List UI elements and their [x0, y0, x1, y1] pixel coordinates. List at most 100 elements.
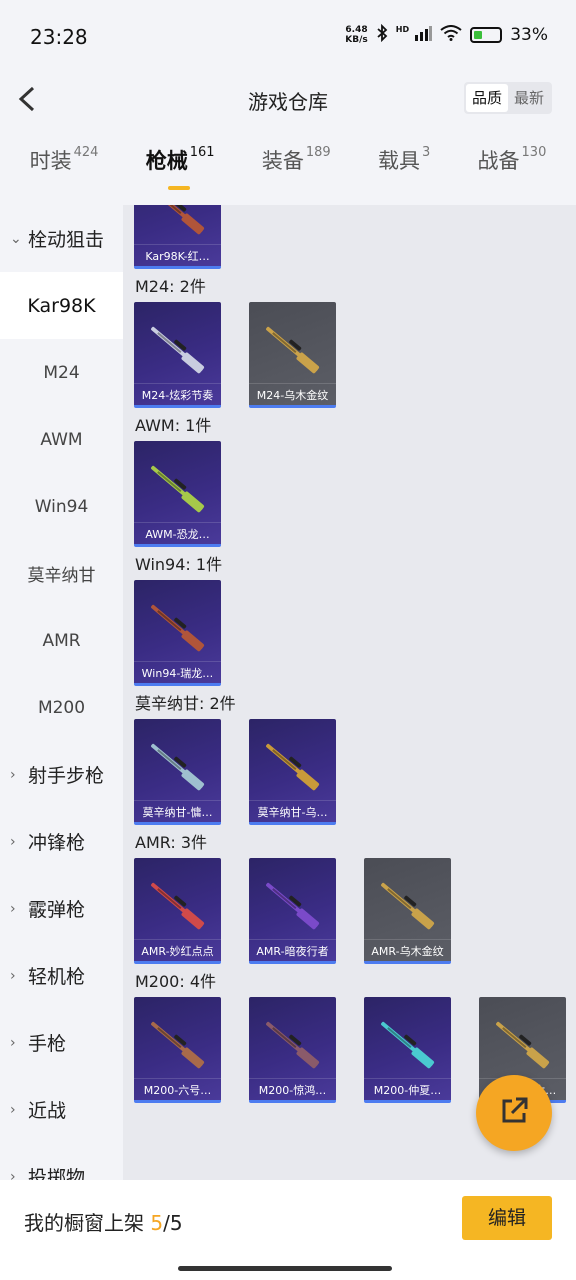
- gun-image: [266, 326, 320, 374]
- sidebar-item-label: M200: [37, 697, 86, 718]
- sidebar-item-label: 手枪: [28, 1033, 67, 1055]
- sidebar-item[interactable]: › 手枪: [0, 1009, 123, 1076]
- section-title: M200: 4件: [135, 972, 217, 991]
- tab-supplies[interactable]: 战备 130: [478, 145, 547, 200]
- bottom-bar: 我的橱窗上架 5/5 编辑: [0, 1180, 576, 1280]
- item-name: M24-炫彩节奏: [134, 383, 221, 403]
- sidebar-item-label: Kar98K: [27, 294, 96, 317]
- category-sidebar: ⌄ 栓动狙击 Kar98K M24 AWM Win94 莫辛纳甘 AMR M200 › 射手步枪 › 冲…: [0, 205, 123, 1180]
- sidebar-item-label: 栓动狙击: [28, 229, 105, 251]
- tab-guns[interactable]: 枪械 161: [146, 145, 215, 200]
- tab-equipment[interactable]: 装备 189: [262, 145, 331, 200]
- sidebar-item-label: AWM: [40, 429, 83, 450]
- gun-image: [151, 743, 205, 791]
- items-row: Kar98K-红…: [123, 205, 576, 269]
- gun-image: [496, 1021, 550, 1069]
- home-indicator[interactable]: [178, 1266, 392, 1271]
- sort-option-quality[interactable]: 品质: [465, 84, 508, 112]
- item-card[interactable]: M24-乌木金纹: [249, 302, 336, 408]
- battery-level: [474, 31, 483, 39]
- section-title: M24: 2件: [135, 277, 206, 296]
- sidebar-item[interactable]: › 轻机枪: [0, 942, 123, 1009]
- item-name: 莫辛纳甘-慵…: [134, 800, 221, 820]
- sidebar-item[interactable]: Win94: [0, 473, 123, 540]
- gun-image: [151, 604, 205, 652]
- sidebar-item-label: 霰弹枪: [28, 899, 86, 921]
- sidebar-item[interactable]: M24: [0, 339, 123, 406]
- item-name: Kar98K-红…: [134, 244, 221, 264]
- item-card[interactable]: M24-炫彩节奏: [134, 302, 221, 408]
- sidebar-item[interactable]: M200: [0, 674, 123, 741]
- gun-image: [151, 1021, 205, 1069]
- sidebar-item[interactable]: AWM: [0, 406, 123, 473]
- net-speed: 6.48 KB/s: [345, 25, 368, 45]
- gun-image: [266, 882, 320, 930]
- item-card[interactable]: AMR-乌木金纹: [364, 858, 451, 964]
- sort-option-latest[interactable]: 最新: [508, 84, 550, 112]
- edit-button[interactable]: 编辑: [462, 1196, 552, 1240]
- sidebar-item[interactable]: Kar98K: [0, 272, 123, 339]
- chevron-right-icon: ›: [10, 967, 16, 984]
- sidebar-item-label: 投掷物: [28, 1167, 86, 1180]
- item-name: AMR-乌木金纹: [364, 939, 451, 959]
- item-name: 莫辛纳甘-乌…: [249, 800, 336, 820]
- item-name: AWM-恐龙…: [134, 522, 221, 542]
- item-card[interactable]: M200-六号…: [134, 997, 221, 1103]
- status-bar: 23:28 6.48 KB/s HD 33%: [0, 0, 576, 70]
- sidebar-item-label: M24: [43, 362, 80, 383]
- sidebar-item[interactable]: 莫辛纳甘: [0, 540, 123, 607]
- sidebar-item[interactable]: › 射手步枪: [0, 741, 123, 808]
- item-card[interactable]: AMR-暗夜行者: [249, 858, 336, 964]
- chevron-right-icon: ›: [10, 1101, 16, 1118]
- chevron-down-icon: ⌄: [10, 230, 22, 247]
- item-name: M200-惊鸿…: [249, 1078, 336, 1098]
- header: 游戏仓库 品质 最新: [0, 70, 576, 130]
- sidebar-item-label: Win94: [34, 496, 89, 517]
- sidebar-item[interactable]: › 投掷物: [0, 1143, 123, 1180]
- item-card[interactable]: 莫辛纳甘-慵…: [134, 719, 221, 825]
- item-name: M200-六号…: [134, 1078, 221, 1098]
- gun-image: [266, 743, 320, 791]
- sidebar-item-label: 莫辛纳甘: [27, 566, 96, 586]
- sidebar-item-label: 射手步枪: [28, 765, 105, 787]
- section-title: 莫辛纳甘: 2件: [135, 694, 236, 713]
- section-title: AMR: 3件: [135, 833, 208, 852]
- share-button[interactable]: [476, 1075, 552, 1151]
- items-row: M24-炫彩节奏 M24-乌木金纹: [123, 302, 576, 408]
- sidebar-item-label: 轻机枪: [28, 966, 86, 988]
- item-name: AMR-妙红点点: [134, 939, 221, 959]
- gun-image: [266, 1021, 320, 1069]
- sidebar-item[interactable]: AMR: [0, 607, 123, 674]
- item-card[interactable]: Win94-瑞龙…: [134, 580, 221, 686]
- sidebar-item[interactable]: › 冲锋枪: [0, 808, 123, 875]
- sidebar-item-label: AMR: [42, 630, 81, 651]
- battery-percent: 33%: [510, 25, 548, 45]
- sidebar-item[interactable]: › 霰弹枪: [0, 875, 123, 942]
- share-external-icon: [498, 1095, 530, 1131]
- item-card[interactable]: AWM-恐龙…: [134, 441, 221, 547]
- item-card[interactable]: Kar98K-红…: [134, 205, 221, 269]
- section-title: Win94: 1件: [135, 555, 223, 574]
- sidebar-item-label: 近战: [28, 1100, 67, 1122]
- sidebar-item[interactable]: ⌄ 栓动狙击: [0, 205, 123, 272]
- signal-icon: HD: [396, 25, 433, 45]
- tab-vehicles[interactable]: 载具 3: [378, 145, 430, 200]
- items-row: AWM-恐龙…: [123, 441, 576, 547]
- gun-image: [381, 1021, 435, 1069]
- items-row: Win94-瑞龙…: [123, 580, 576, 686]
- sort-toggle[interactable]: 品质 最新: [463, 82, 552, 114]
- item-card[interactable]: 莫辛纳甘-乌…: [249, 719, 336, 825]
- shelf-status: 我的橱窗上架 5/5: [24, 1211, 183, 1235]
- tab-active-indicator: [167, 186, 190, 190]
- item-card[interactable]: M200-仲夏…: [364, 997, 451, 1103]
- item-card[interactable]: M200-惊鸿…: [249, 997, 336, 1103]
- items-row: 莫辛纳甘-慵… 莫辛纳甘-乌…: [123, 719, 576, 825]
- item-name: M200-仲夏…: [364, 1078, 451, 1098]
- chevron-right-icon: ›: [10, 766, 16, 783]
- category-tabs: 时装 424 枪械 161 装备 189 载具 3 战备 130: [0, 145, 576, 200]
- status-time: 23:28: [30, 25, 88, 49]
- sidebar-item-label: 冲锋枪: [28, 832, 86, 854]
- sidebar-item[interactable]: › 近战: [0, 1076, 123, 1143]
- item-card[interactable]: AMR-妙红点点: [134, 858, 221, 964]
- tab-fashion[interactable]: 时装 424: [30, 145, 99, 200]
